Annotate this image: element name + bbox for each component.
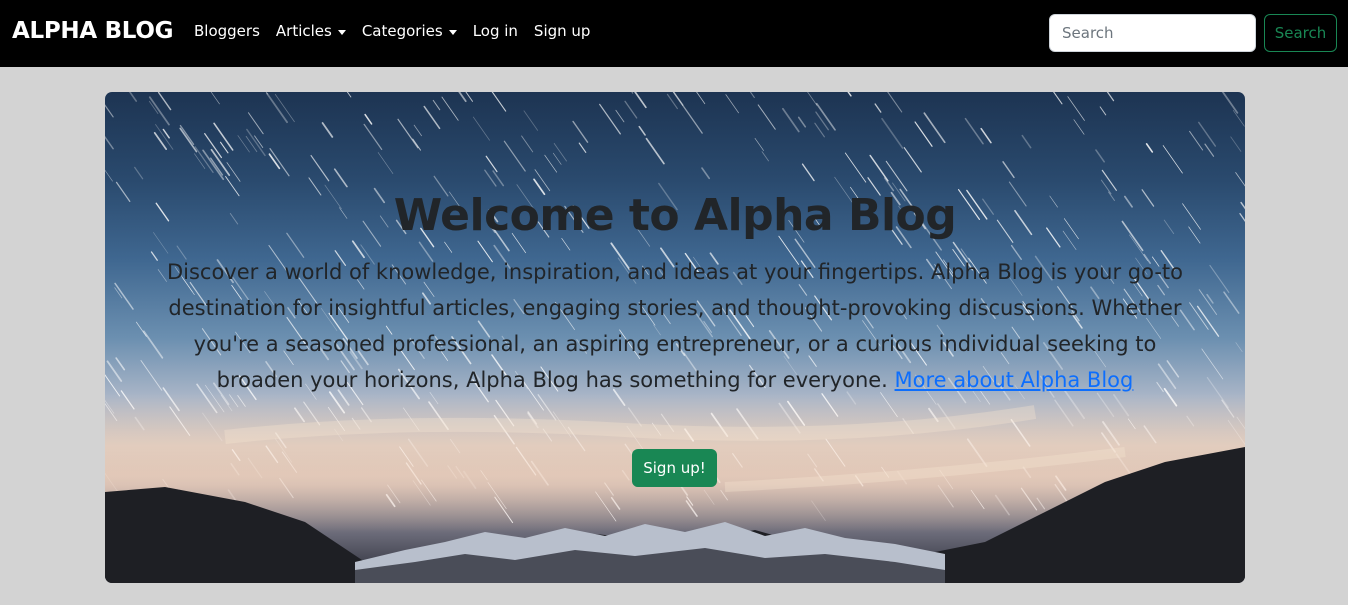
caret-down-icon	[448, 29, 457, 35]
hero-content: Welcome to Alpha Blog Discover a world o…	[105, 92, 1245, 583]
nav-link-label: Categories	[361, 22, 443, 40]
hero-title: Welcome to Alpha Blog	[393, 190, 957, 241]
nav-link-label: Articles	[275, 22, 332, 40]
brand-logo[interactable]: ALPHA BLOG	[12, 18, 173, 44]
hero-banner: Welcome to Alpha Blog Discover a world o…	[105, 92, 1245, 583]
nav-link-label: Sign up	[533, 22, 591, 40]
search-input[interactable]	[1049, 14, 1256, 52]
navbar: ALPHA BLOG Bloggers Articles Categories …	[0, 0, 1348, 67]
nav-link-signup[interactable]: Sign up	[526, 22, 599, 40]
hero-description: Discover a world of knowledge, inspirati…	[165, 254, 1185, 398]
caret-down-icon	[337, 29, 346, 35]
nav-dropdown-articles[interactable]: Articles	[268, 22, 354, 40]
nav-link-label: Log in	[472, 22, 518, 40]
search-button[interactable]: Search	[1264, 14, 1337, 52]
nav-links: Bloggers Articles Categories Log in Sign…	[186, 22, 598, 40]
nav-link-bloggers[interactable]: Bloggers	[186, 22, 268, 40]
nav-dropdown-categories[interactable]: Categories	[354, 22, 465, 40]
signup-button[interactable]: Sign up!	[632, 449, 717, 487]
nav-link-login[interactable]: Log in	[465, 22, 526, 40]
nav-link-label: Bloggers	[194, 22, 260, 40]
more-about-link[interactable]: More about Alpha Blog	[895, 368, 1134, 392]
